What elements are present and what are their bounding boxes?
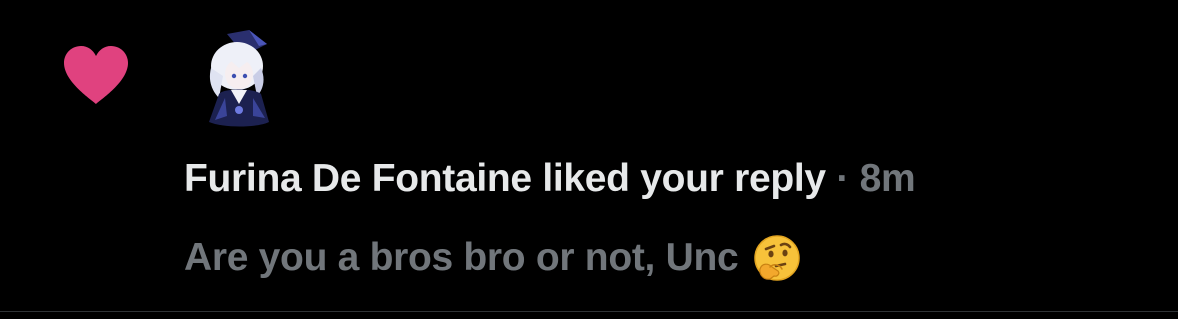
- separator-dot: ·: [825, 157, 860, 200]
- like-notification[interactable]: Furina De Fontaine liked your reply · 8m…: [0, 0, 1178, 311]
- action-text: liked your reply: [531, 157, 826, 200]
- thinking-face-icon: [754, 235, 801, 281]
- user-name[interactable]: Furina De Fontaine: [184, 157, 532, 200]
- notification-text: Furina De Fontaine liked your reply · 8m: [184, 157, 916, 201]
- reply-preview[interactable]: Are you a bros bro or not, Unc: [184, 233, 802, 283]
- avatar[interactable]: [197, 28, 281, 128]
- reply-text: Are you a bros bro or not, Unc: [184, 236, 739, 279]
- heart-icon: [64, 46, 128, 104]
- timestamp[interactable]: 8m: [860, 157, 916, 200]
- divider: [0, 311, 1178, 312]
